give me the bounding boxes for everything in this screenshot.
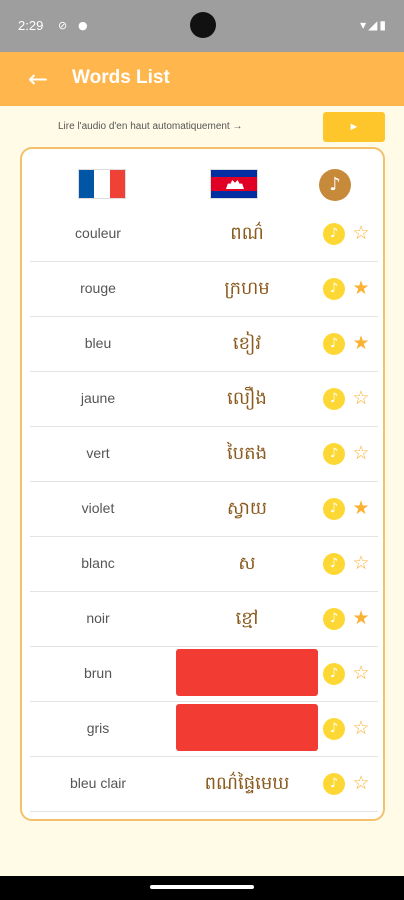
hidden-translation-block[interactable] [176,649,318,696]
word-row: noir ខ្មៅ ♪ ★ [22,592,383,647]
play-audio-icon[interactable]: ♪ [323,663,345,685]
french-word: couleur [75,225,121,241]
play-all-music-icon[interactable]: ♪ [319,169,351,201]
play-audio-icon[interactable]: ♪ [323,608,345,630]
play-audio-icon[interactable]: ♪ [323,223,345,245]
star-outline-icon[interactable]: ☆ [350,662,372,684]
status-time: 2:29 [18,18,44,33]
khmer-word: ពណ៌ [230,223,264,244]
french-word: bleu clair [69,775,127,791]
french-word: jaune [80,390,116,406]
star-filled-icon[interactable]: ★ [350,332,372,354]
word-row: rouge ក្រហម ♪ ★ [22,262,383,317]
play-audio-icon[interactable]: ♪ [323,388,345,410]
play-audio-icon[interactable]: ♪ [323,773,345,795]
play-audio-icon[interactable]: ♪ [323,553,345,575]
autoplay-label: Lire l'audio d'en haut automatiquement → [58,121,243,132]
play-audio-icon[interactable]: ♪ [323,333,345,355]
france-flag-icon [78,169,126,199]
navigation-bar [0,876,404,900]
french-word: gris [86,720,110,736]
star-outline-icon[interactable]: ☆ [350,222,372,244]
star-outline-icon[interactable]: ☆ [350,717,372,739]
star-outline-icon[interactable]: ☆ [350,442,372,464]
signal-icon: ◢ [368,18,380,32]
word-row: brun ♪ ☆ [22,647,383,702]
app-bar: ← Words List [0,52,404,106]
page-title: Words List [72,67,170,88]
french-word: bleu [84,335,112,351]
back-arrow-icon[interactable]: ← [24,65,52,93]
list-header: ♪ [22,149,383,207]
home-handle[interactable] [150,885,254,889]
french-word: violet [81,500,115,516]
khmer-word: ខៀវ [232,333,262,354]
word-row: bleu ខៀវ ♪ ★ [22,317,383,372]
french-word: brun [83,665,113,681]
star-filled-icon[interactable]: ★ [350,497,372,519]
khmer-word: ស្វាយ [227,498,267,519]
do-not-disturb-icon: ⊘ [58,19,68,32]
star-outline-icon[interactable]: ☆ [350,552,372,574]
word-row: vert បៃតង ♪ ☆ [22,427,383,482]
cambodia-flag-icon [210,169,258,199]
french-word: noir [86,610,110,626]
star-outline-icon[interactable]: ☆ [350,387,372,409]
khmer-word: លឿង [227,388,267,409]
play-audio-icon[interactable]: ♪ [323,718,345,740]
french-word: vert [86,445,110,461]
star-outline-icon[interactable]: ☆ [350,772,372,794]
star-filled-icon[interactable]: ★ [350,607,372,629]
camera-cutout [190,12,216,38]
khmer-word: ក្រហម [224,278,270,299]
khmer-word: ពណ៌ផ្ទៃមេឃ [204,773,290,794]
word-row: couleur ពណ៌ ♪ ☆ [22,207,383,262]
status-bar: 2:29 ⊘ ● ▾◢▮ [0,0,404,52]
play-audio-icon[interactable]: ♪ [323,278,345,300]
word-row: gris ♪ ☆ [22,702,383,757]
autoplay-button[interactable]: ► [323,112,385,142]
khmer-word: បៃតង [227,443,267,464]
khmer-word: ស [238,553,256,574]
row-divider [30,811,378,812]
word-row: bleu clair ពណ៌ផ្ទៃមេឃ ♪ ☆ [22,757,383,812]
play-audio-icon[interactable]: ♪ [323,498,345,520]
word-list-card: ♪ couleur ពណ៌ ♪ ☆ rouge ក្រហម ♪ ★ bleu ខៀវ ♪ ★ jaune… [20,147,385,821]
wifi-icon: ▾ [360,18,369,32]
french-word: rouge [80,280,116,296]
notification-icon: ● [78,19,88,32]
star-filled-icon[interactable]: ★ [350,277,372,299]
word-row: violet ស្វាយ ♪ ★ [22,482,383,537]
khmer-word: ខ្មៅ [235,608,259,629]
play-audio-icon[interactable]: ♪ [323,443,345,465]
word-row: blanc ស ♪ ☆ [22,537,383,592]
status-system-icons: ▾◢▮ [360,18,388,32]
battery-icon: ▮ [379,18,388,32]
french-word: blanc [81,555,115,571]
word-row: jaune លឿង ♪ ☆ [22,372,383,427]
hidden-translation-block[interactable] [176,704,318,751]
